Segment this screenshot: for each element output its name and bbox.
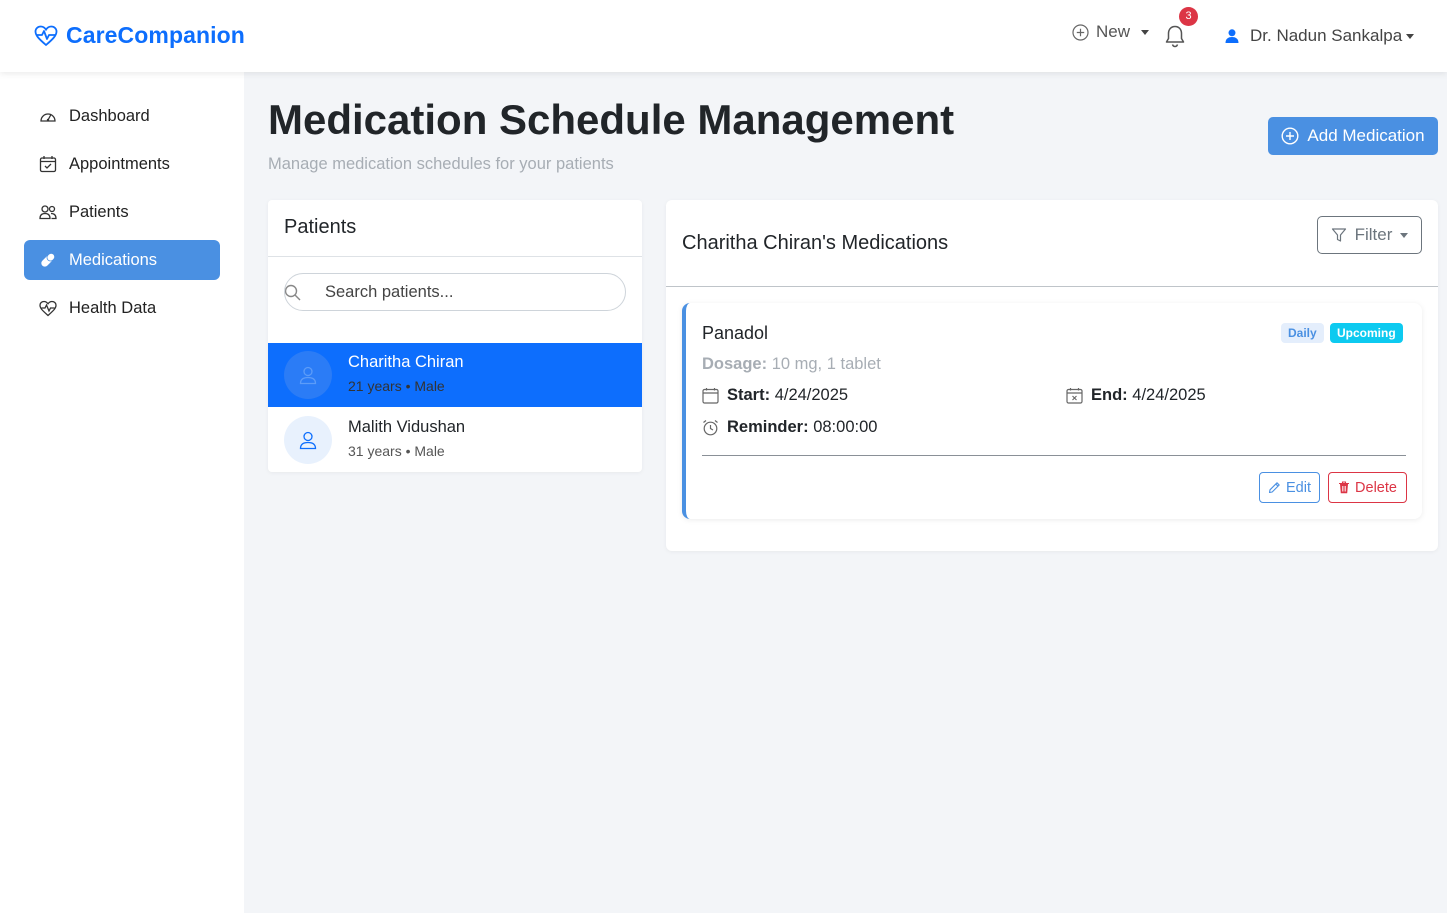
chevron-down-icon bbox=[1141, 29, 1150, 35]
filter-label: Filter bbox=[1354, 225, 1393, 244]
patients-panel-title: Patients bbox=[268, 200, 642, 257]
brand[interactable]: CareCompanion bbox=[34, 22, 245, 49]
trash-icon bbox=[1338, 481, 1350, 494]
page-subtitle: Manage medication schedules for your pat… bbox=[268, 155, 614, 173]
dosage-row: Dosage: 10 mg, 1 tablet bbox=[702, 355, 881, 374]
start-date-row: Start: 4/24/2025 bbox=[702, 386, 848, 405]
sidebar-item-dashboard[interactable]: Dashboard bbox=[24, 96, 220, 136]
dosage-value: 10 mg, 1 tablet bbox=[771, 355, 881, 373]
start-value: 4/24/2025 bbox=[774, 386, 849, 404]
status-badge: Upcoming bbox=[1330, 323, 1403, 343]
page-title: Medication Schedule Management bbox=[268, 96, 955, 143]
sidebar-item-patients[interactable]: Patients bbox=[24, 192, 220, 232]
end-label: End: bbox=[1091, 386, 1128, 404]
top-navbar: CareCompanion New 3 Dr. Nadun Sankalpa bbox=[0, 0, 1447, 72]
people-icon bbox=[39, 204, 57, 220]
end-value: 4/24/2025 bbox=[1132, 386, 1206, 404]
end-date-row: End: 4/24/2025 bbox=[1066, 386, 1206, 405]
medication-name: Panadol bbox=[702, 323, 769, 343]
frequency-badge: Daily bbox=[1281, 323, 1324, 343]
user-icon bbox=[1224, 28, 1240, 44]
sidebar-item-appointments[interactable]: Appointments bbox=[24, 144, 220, 184]
divider bbox=[702, 455, 1406, 456]
calendar-check-icon bbox=[39, 155, 57, 173]
medications-panel-header: Charitha Chiran's Medications Filter bbox=[666, 200, 1438, 287]
search-input[interactable] bbox=[325, 274, 615, 310]
patient-name: Malith Vidushan bbox=[348, 418, 466, 436]
medications-panel-title: Charitha Chiran's Medications bbox=[682, 232, 949, 254]
funnel-icon bbox=[1331, 227, 1347, 243]
avatar bbox=[284, 351, 332, 399]
delete-label: Delete bbox=[1355, 479, 1397, 496]
heart-pulse-icon bbox=[34, 25, 58, 47]
patient-list-item[interactable]: Malith Vidushan 31 years • Male bbox=[268, 408, 642, 472]
sidebar: Dashboard Appointments Patients Medicati… bbox=[0, 72, 244, 913]
patient-list-item[interactable]: Charitha Chiran 21 years • Male bbox=[268, 343, 642, 407]
brand-name: CareCompanion bbox=[66, 22, 245, 48]
person-icon bbox=[298, 365, 318, 385]
avatar bbox=[284, 416, 332, 464]
new-dropdown[interactable]: New bbox=[1072, 22, 1150, 42]
new-label: New bbox=[1096, 22, 1131, 41]
chevron-down-icon bbox=[1406, 33, 1415, 39]
sidebar-item-label: Medications bbox=[69, 250, 158, 269]
filter-button[interactable]: Filter bbox=[1317, 216, 1422, 254]
plus-circle-icon bbox=[1072, 23, 1089, 41]
sidebar-item-label: Dashboard bbox=[69, 106, 150, 125]
calendar-x-icon bbox=[1066, 387, 1083, 404]
chevron-down-icon bbox=[1400, 232, 1409, 238]
delete-medication-button[interactable]: Delete bbox=[1328, 472, 1407, 503]
sidebar-item-medications[interactable]: Medications bbox=[24, 240, 220, 280]
person-icon bbox=[298, 430, 318, 450]
reminder-row: Reminder: 08:00:00 bbox=[702, 418, 877, 437]
start-label: Start: bbox=[727, 386, 771, 404]
reminder-value: 08:00:00 bbox=[813, 418, 878, 436]
dosage-label: Dosage: bbox=[702, 355, 768, 373]
user-name: Dr. Nadun Sankalpa bbox=[1250, 26, 1403, 45]
edit-label: Edit bbox=[1286, 479, 1311, 496]
search-field bbox=[284, 273, 626, 311]
edit-medication-button[interactable]: Edit bbox=[1259, 472, 1320, 503]
sidebar-item-label: Health Data bbox=[69, 298, 157, 317]
sidebar-item-health-data[interactable]: Health Data bbox=[24, 288, 220, 328]
sidebar-item-label: Patients bbox=[69, 202, 129, 221]
patient-meta: 31 years • Male bbox=[348, 443, 445, 459]
patient-name: Charitha Chiran bbox=[348, 353, 464, 371]
medications-panel: Charitha Chiran's Medications Filter Pan… bbox=[666, 200, 1438, 551]
medication-card: Panadol Daily Upcoming Dosage: 10 mg, 1 … bbox=[682, 303, 1422, 519]
alarm-clock-icon bbox=[702, 419, 719, 436]
bell-icon bbox=[1164, 24, 1186, 48]
notifications-button[interactable] bbox=[1164, 24, 1186, 48]
capsule-icon bbox=[39, 251, 57, 269]
speedometer-icon bbox=[39, 108, 57, 124]
heart-pulse-icon bbox=[39, 300, 57, 317]
plus-circle-icon bbox=[1281, 127, 1299, 145]
patient-meta: 21 years • Male bbox=[348, 378, 445, 394]
add-medication-button[interactable]: Add Medication bbox=[1268, 117, 1438, 155]
notification-badge: 3 bbox=[1179, 7, 1198, 26]
add-medication-label: Add Medication bbox=[1307, 126, 1425, 145]
sidebar-item-label: Appointments bbox=[69, 154, 170, 173]
pencil-icon bbox=[1268, 481, 1281, 494]
reminder-label: Reminder: bbox=[727, 418, 809, 436]
patients-panel: Patients Charitha Chiran 21 years • Male bbox=[268, 200, 642, 472]
user-menu[interactable]: Dr. Nadun Sankalpa bbox=[1224, 26, 1415, 46]
calendar-icon bbox=[702, 387, 719, 404]
